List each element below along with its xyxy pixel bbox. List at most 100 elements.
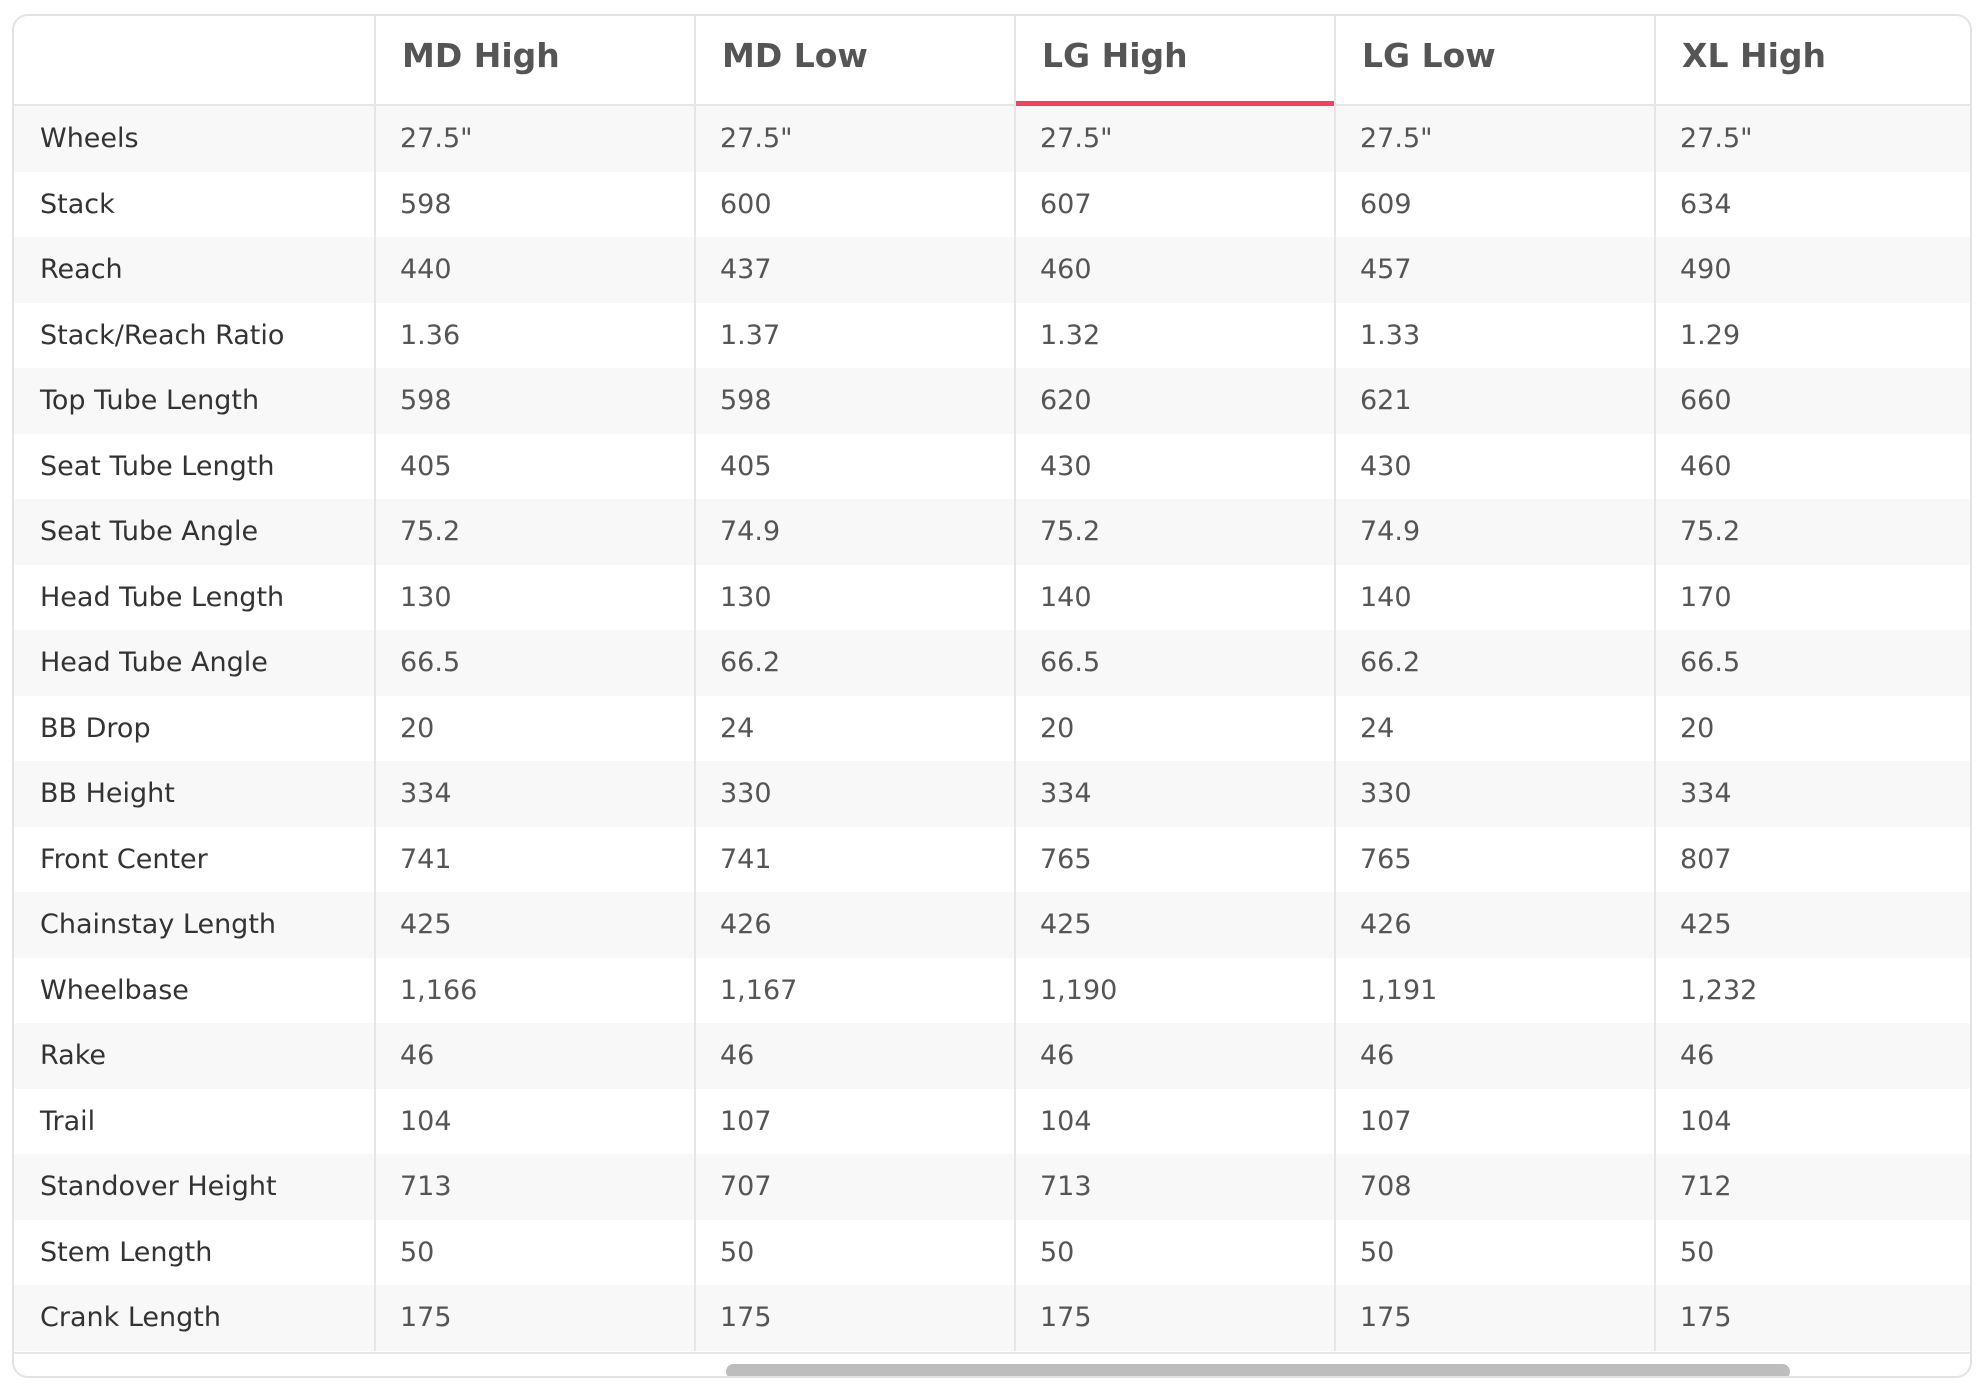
column-header-5[interactable]: XL High [1654,16,1970,106]
table-cell: 634 [1654,171,1970,237]
table-cell: 712 [1654,1154,1970,1220]
column-header-1[interactable]: MD High [374,16,694,106]
table-cell: 66.2 [694,630,1014,696]
row-label: Rake [40,1040,106,1072]
table-cell: 426 [694,892,1014,958]
table-row: Rake 46 46 46 46 46 [14,1023,1970,1089]
table-cell: 1.29 [1654,302,1970,368]
table-cell: 430 [1014,433,1334,499]
scrollbar-thumb[interactable] [726,1364,1790,1376]
table-cell: 66.2 [1334,630,1654,696]
table-cell: 107 [1334,1088,1654,1154]
row-label: Chainstay Length [40,909,277,941]
table-cell: 175 [1334,1285,1654,1351]
table-cell: 175 [1014,1285,1334,1351]
table-cell: 50 [1334,1219,1654,1285]
table-cell: 1.33 [1334,302,1654,368]
column-header-4[interactable]: LG Low [1334,16,1654,106]
table-cell: 1,167 [694,957,1014,1023]
row-label: Crank Length [40,1302,221,1334]
table-cell: 20 [374,695,694,761]
table-cell: 20 [1654,695,1970,761]
column-header-2[interactable]: MD Low [694,16,1014,106]
table-row: Seat Tube Angle 75.2 74.9 75.2 74.9 75.2 [14,499,1970,565]
table-cell: 430 [1334,433,1654,499]
table-cell: 27.5" [1334,106,1654,172]
table-cell: 104 [374,1088,694,1154]
row-label: Wheelbase [40,974,189,1006]
table-cell: 1,191 [1334,957,1654,1023]
table-cell: 334 [374,761,694,827]
table-cell: 741 [694,826,1014,892]
table-cell: 707 [694,1154,1014,1220]
table-cell: 1,190 [1014,957,1334,1023]
table-cell: 600 [694,171,1014,237]
table-cell: 405 [374,433,694,499]
row-label: Seat Tube Length [40,450,275,482]
table-row: Reach 440 437 460 457 490 [14,237,1970,303]
table-cell: 50 [1654,1219,1970,1285]
table-cell: 765 [1334,826,1654,892]
table-cell: 27.5" [1014,106,1334,172]
table-cell: 74.9 [694,499,1014,565]
table-cell: 598 [374,368,694,434]
table-cell: 24 [694,695,1014,761]
table-cell: 75.2 [1014,499,1334,565]
table-cell: 27.5" [694,106,1014,172]
table-cell: 713 [1014,1154,1334,1220]
table-cell: 426 [1334,892,1654,958]
table-cell: 140 [1014,564,1334,630]
header-corner-cell [14,16,374,106]
table-cell: 27.5" [374,106,694,172]
table-cell: 620 [1014,368,1334,434]
table-row: Chainstay Length 425 426 425 426 425 [14,892,1970,958]
table-cell: 170 [1654,564,1970,630]
table-row: Head Tube Length 130 130 140 140 170 [14,564,1970,630]
table-row: Stack/Reach Ratio 1.36 1.37 1.32 1.33 1.29 [14,302,1970,368]
row-label: Trail [40,1105,96,1137]
row-label: Standover Height [40,1171,277,1203]
table-cell: 175 [694,1285,1014,1351]
table-row: Top Tube Length 598 598 620 621 660 [14,368,1970,434]
table-row: Seat Tube Length 405 405 430 430 460 [14,433,1970,499]
table-header-row: MD High MD Low LG High LG Low XL High [14,16,1970,108]
table-cell: 1,166 [374,957,694,1023]
geometry-table: MD High MD Low LG High LG Low XL High Wheels… [12,14,1972,1378]
horizontal-scrollbar[interactable] [14,1352,1970,1376]
table-cell: 457 [1334,237,1654,303]
table-cell: 741 [374,826,694,892]
table-cell: 708 [1334,1154,1654,1220]
table-cell: 175 [374,1285,694,1351]
table-cell: 440 [374,237,694,303]
table-cell: 460 [1014,237,1334,303]
table-cell: 334 [1654,761,1970,827]
row-label: Stem Length [40,1236,213,1268]
table-cell: 598 [374,171,694,237]
table-cell: 46 [1334,1023,1654,1089]
table-row: Stem Length 50 50 50 50 50 [14,1219,1970,1285]
row-label: BB Height [40,778,175,810]
table-row: Stack 598 600 607 609 634 [14,171,1970,237]
table-cell: 50 [694,1219,1014,1285]
column-header-3[interactable]: LG High [1014,16,1334,108]
table-cell: 330 [694,761,1014,827]
table-cell: 75.2 [1654,499,1970,565]
table-cell: 621 [1334,368,1654,434]
row-label: Seat Tube Angle [40,516,259,548]
row-label: Top Tube Length [40,385,260,417]
table-cell: 334 [1014,761,1334,827]
table-cell: 46 [1654,1023,1970,1089]
table-cell: 598 [694,368,1014,434]
row-label: Head Tube Angle [40,647,268,679]
row-label: Front Center [40,843,208,875]
table-row: Front Center 741 741 765 765 807 [14,826,1970,892]
table-row: Head Tube Angle 66.5 66.2 66.5 66.2 66.5 [14,630,1970,696]
row-label: Wheels [40,123,139,155]
row-label: Head Tube Length [40,581,285,613]
table-cell: 175 [1654,1285,1970,1351]
table-cell: 24 [1334,695,1654,761]
table-cell: 46 [694,1023,1014,1089]
table-cell: 74.9 [1334,499,1654,565]
table-cell: 1,232 [1654,957,1970,1023]
row-label: Stack [40,188,115,220]
